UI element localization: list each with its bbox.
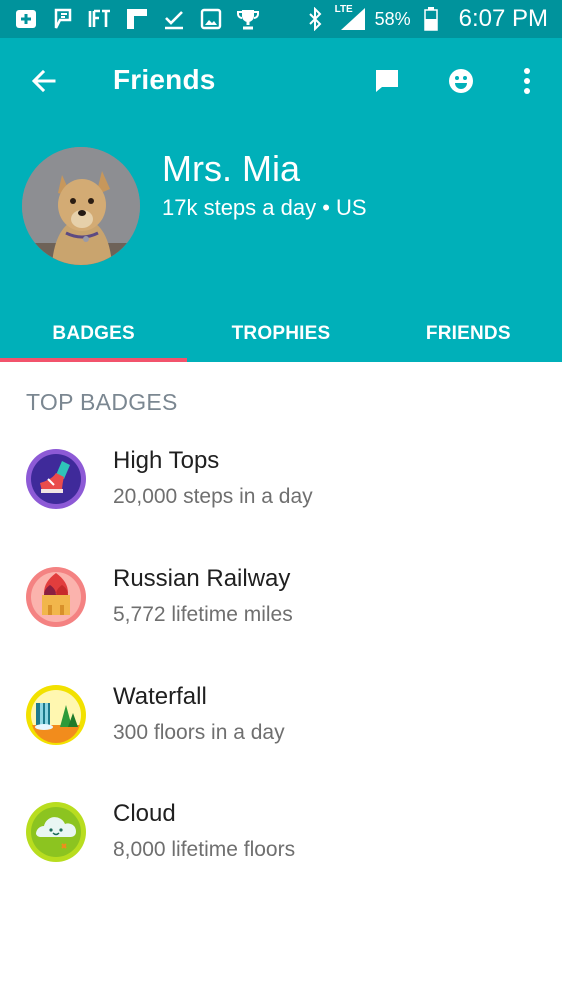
kremlin-badge-icon <box>26 567 86 627</box>
list-item[interactable]: Waterfall 300 floors in a day <box>0 683 562 785</box>
profile-stats: 17k steps a day • US <box>162 195 367 220</box>
list-item[interactable]: Russian Railway 5,772 lifetime miles <box>0 565 562 667</box>
badge-name: Waterfall <box>113 683 207 710</box>
trophy-icon <box>236 8 260 30</box>
message-button[interactable] <box>369 63 405 99</box>
list-item[interactable]: Cloud 8,000 lifetime floors <box>0 800 562 902</box>
battery-icon <box>419 7 443 31</box>
notification-icons <box>14 8 260 30</box>
chat-bubble-icon <box>376 70 398 92</box>
profile-header: Friends Mrs. Mia 17k steps a day • US BA… <box>0 38 562 362</box>
tab-friends[interactable]: FRIENDS <box>375 306 562 362</box>
waterfall-badge-icon <box>26 685 86 745</box>
back-button[interactable] <box>26 63 62 99</box>
checkmark-icon <box>162 8 186 30</box>
toolbar: Friends <box>0 38 562 124</box>
badge-name: Russian Railway <box>113 565 291 592</box>
system-status: LTE 58% 6:07 PM <box>303 4 548 33</box>
network-type: LTE <box>334 4 353 15</box>
battery-percent: 58% <box>374 8 411 29</box>
add-box-icon <box>14 8 38 30</box>
tab-badges[interactable]: BADGES <box>0 306 188 362</box>
sneaker-badge-icon <box>26 449 86 509</box>
profile-name: Mrs. Mia <box>162 148 300 189</box>
badge-description: 20,000 steps in a day <box>113 485 313 508</box>
ift-icon <box>88 8 112 30</box>
badge-description: 8,000 lifetime floors <box>113 838 296 861</box>
flipboard-icon <box>125 8 149 30</box>
cloud-badge-icon <box>26 802 86 862</box>
badge-name: High Tops <box>113 447 220 474</box>
flag-icon <box>51 8 75 30</box>
section-title: TOP BADGES <box>26 389 178 415</box>
more-vert-icon <box>524 68 530 94</box>
overflow-menu-button[interactable] <box>509 63 545 99</box>
clock: 6:07 PM <box>458 5 548 32</box>
profile-tabs: BADGES TROPHIES FRIENDS <box>0 306 562 362</box>
cheer-button[interactable] <box>443 63 479 99</box>
signal-icon: LTE <box>334 4 367 32</box>
badge-description: 300 floors in a day <box>113 721 285 744</box>
badge-description: 5,772 lifetime miles <box>113 603 293 626</box>
smiley-icon <box>449 69 473 93</box>
bluetooth-icon <box>303 7 327 31</box>
status-bar: LTE 58% 6:07 PM <box>0 0 562 38</box>
image-icon <box>199 8 223 30</box>
dog-photo <box>22 147 140 265</box>
list-item[interactable]: High Tops 20,000 steps in a day <box>0 447 562 549</box>
arrow-back-icon <box>31 69 56 93</box>
page-title: Friends <box>113 64 216 95</box>
tab-trophies[interactable]: TROPHIES <box>187 306 374 362</box>
avatar[interactable] <box>22 147 140 265</box>
badge-name: Cloud <box>113 800 176 827</box>
